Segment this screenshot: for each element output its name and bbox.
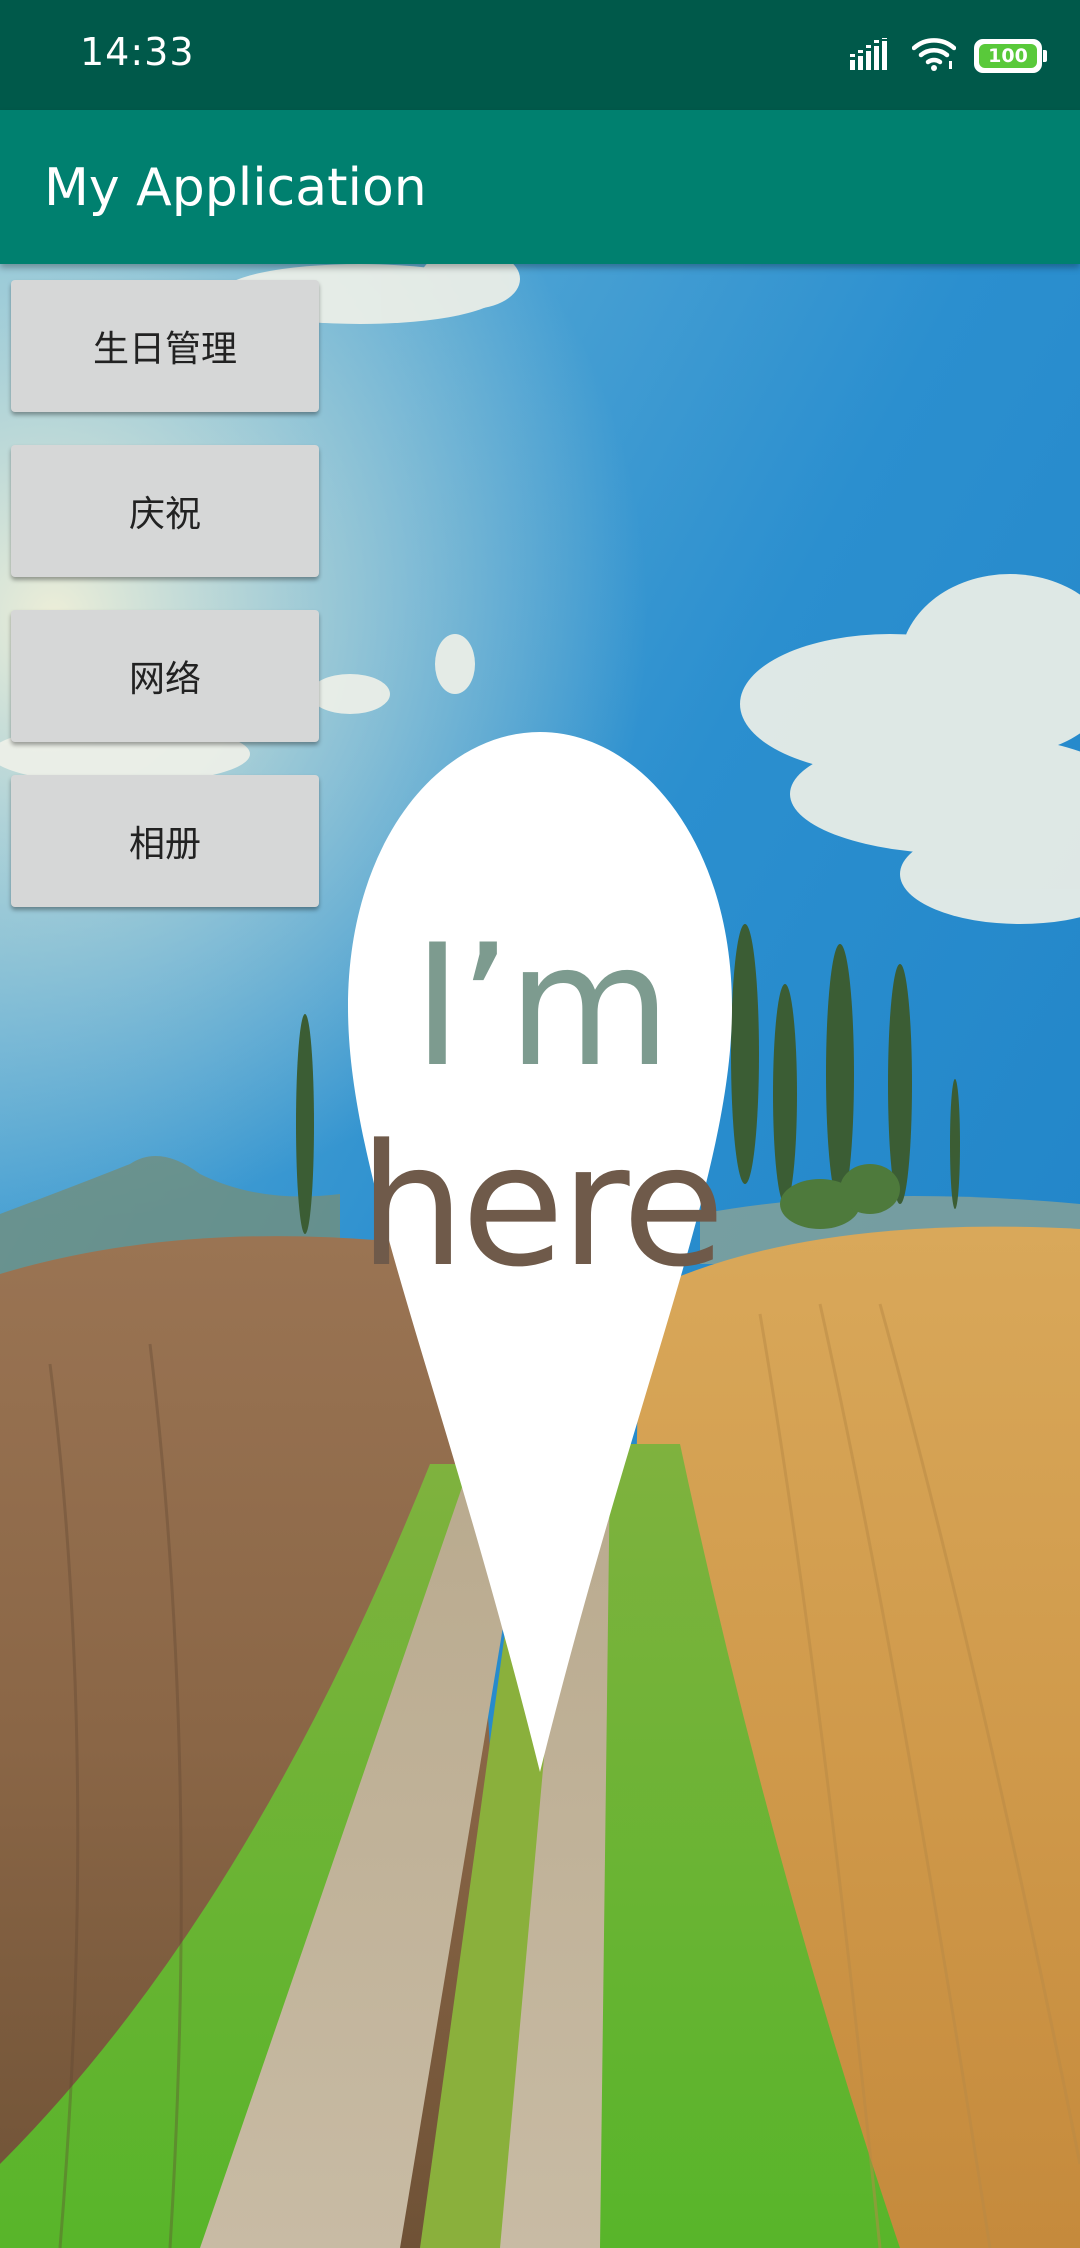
app-title: My Application: [44, 158, 427, 218]
location-pin-graphic: I’m here: [340, 732, 740, 1772]
signal-icon: [850, 38, 894, 74]
wifi-icon: [911, 37, 957, 75]
birthday-management-button[interactable]: 生日管理: [11, 280, 319, 412]
pin-text-line-2: here: [358, 1108, 726, 1304]
battery-icon: 100: [974, 39, 1047, 73]
pin-text-line-1: I’m: [412, 908, 672, 1104]
status-bar: 14:33 100: [0, 0, 1080, 110]
celebrate-button[interactable]: 庆祝: [11, 445, 319, 577]
content-area: 生日管理 庆祝 网络 相册 I’m here: [0, 264, 1080, 2248]
album-button[interactable]: 相册: [11, 775, 319, 907]
battery-percent: 100: [988, 45, 1028, 67]
battery-cap: [1043, 50, 1047, 62]
network-button[interactable]: 网络: [11, 610, 319, 742]
status-icons: 100: [850, 36, 1047, 76]
phone-screen: 14:33 100 My Application 生日管理 庆祝 网络 相册 I…: [0, 0, 1080, 2248]
status-time: 14:33: [80, 30, 195, 74]
app-bar: My Application: [0, 110, 1080, 264]
